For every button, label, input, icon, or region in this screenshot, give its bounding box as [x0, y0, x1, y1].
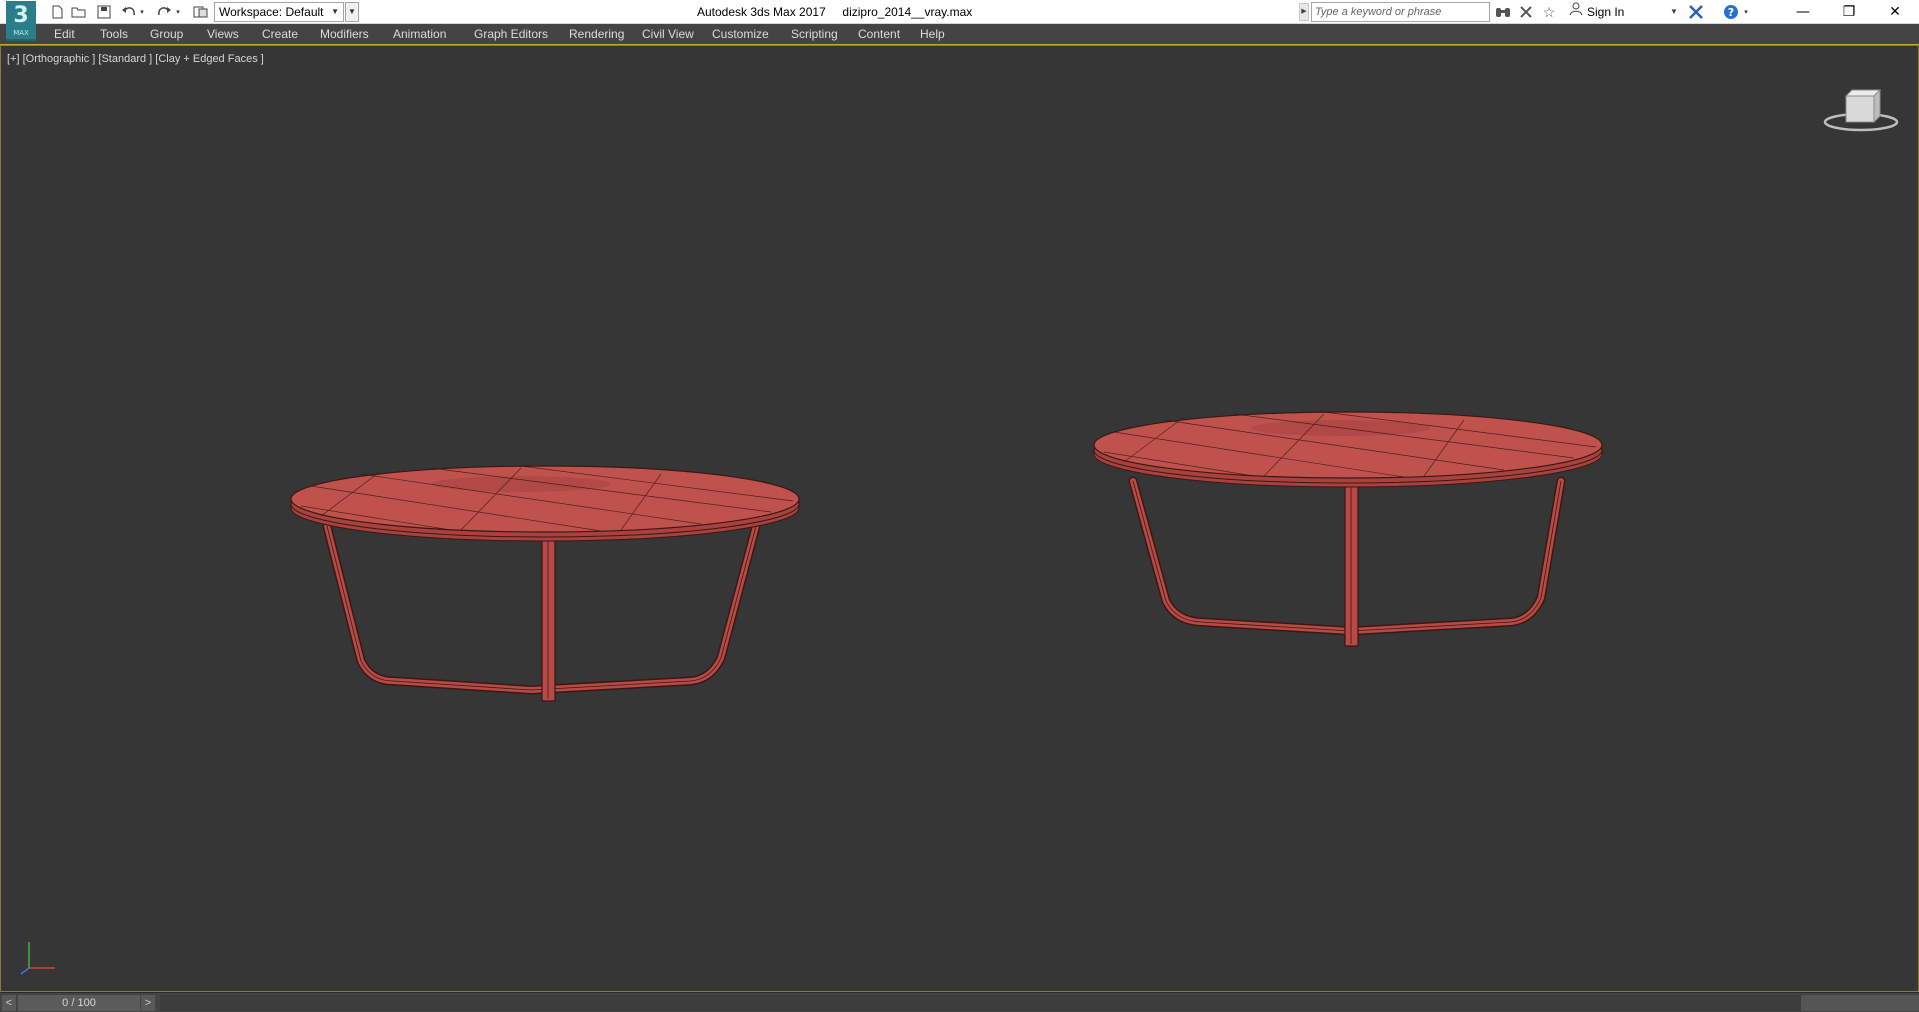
project-icon[interactable]: [192, 3, 210, 21]
help-icon[interactable]: ?: [1722, 3, 1740, 21]
autodesk-x-icon[interactable]: [1687, 3, 1705, 21]
undo-icon[interactable]: [120, 3, 138, 21]
sign-in-button[interactable]: Sign In: [1569, 2, 1624, 22]
menu-civil-view[interactable]: Civil View: [642, 24, 694, 44]
app-logo-button[interactable]: 3 MAX: [6, 1, 36, 41]
app-window: ▾ ▾ Workspace: Default ▼ ▼ Autodesk 3ds …: [0, 0, 1919, 1012]
orthographic-viewport[interactable]: [+] [Orthographic ] [Standard ] [Clay + …: [0, 45, 1919, 992]
chevron-down-icon: ▼: [331, 7, 339, 16]
table-top-left: [290, 465, 800, 542]
menu-rendering[interactable]: Rendering: [569, 24, 624, 44]
menu-bar: Edit Tools Group Views Create Modifiers …: [0, 24, 1919, 45]
new-file-icon[interactable]: [48, 3, 66, 21]
chevron-down-icon[interactable]: ▼: [1670, 3, 1678, 21]
window-title: Autodesk 3ds Max 2017 dizipro_2014__vray…: [697, 5, 973, 19]
table-top-right: [1093, 411, 1603, 488]
menu-edit[interactable]: Edit: [54, 24, 75, 44]
undo-dropdown-icon[interactable]: ▾: [138, 3, 146, 21]
time-slider[interactable]: 0 / 100: [18, 995, 140, 1011]
menu-create[interactable]: Create: [262, 24, 298, 44]
time-slider-bar: < 0 / 100 >: [0, 992, 1919, 1012]
timeline-scroll-region[interactable]: [1801, 995, 1919, 1011]
menu-views[interactable]: Views: [207, 24, 239, 44]
title-bar: ▾ ▾ Workspace: Default ▼ ▼ Autodesk 3ds …: [0, 0, 1919, 24]
search-input[interactable]: Type a keyword or phrase: [1311, 2, 1490, 22]
table-legs-right: [1128, 476, 1566, 647]
minimize-button[interactable]: —: [1780, 0, 1826, 24]
workspace-menu-button[interactable]: ▼: [345, 2, 359, 22]
menu-group[interactable]: Group: [150, 24, 183, 44]
menu-animation[interactable]: Animation: [393, 24, 446, 44]
close-button[interactable]: ✕: [1872, 0, 1918, 24]
table-legs-left: [322, 521, 761, 702]
open-folder-icon[interactable]: [70, 3, 88, 21]
prev-frame-button[interactable]: <: [2, 995, 16, 1011]
user-icon: [1569, 2, 1583, 22]
workspace-label: Workspace: Default: [219, 5, 324, 19]
save-icon[interactable]: [95, 3, 113, 21]
workspace-select[interactable]: Workspace: Default ▼: [214, 2, 344, 22]
menu-modifiers[interactable]: Modifiers: [320, 24, 369, 44]
timeline-track[interactable]: [160, 995, 1801, 1011]
search-expand-button[interactable]: ▶: [1299, 3, 1309, 21]
svg-text:?: ?: [1728, 6, 1734, 19]
menu-help[interactable]: Help: [920, 24, 945, 44]
favorites-star-icon[interactable]: ☆: [1540, 3, 1558, 21]
menu-scripting[interactable]: Scripting: [791, 24, 838, 44]
round-table-left[interactable]: [290, 465, 800, 702]
app-logo-sub: MAX: [13, 29, 29, 37]
help-dropdown-icon[interactable]: ▾: [1741, 3, 1751, 21]
axis-tripod-icon: [20, 942, 55, 975]
sign-in-label: Sign In: [1587, 5, 1625, 19]
scene-canvas: [290, 411, 1603, 702]
menu-customize[interactable]: Customize: [712, 24, 769, 44]
binoculars-icon[interactable]: [1494, 3, 1512, 21]
redo-dropdown-icon[interactable]: ▾: [174, 3, 182, 21]
viewcube-icon[interactable]: [1821, 84, 1901, 134]
next-frame-button[interactable]: >: [141, 995, 155, 1011]
menu-tools[interactable]: Tools: [100, 24, 128, 44]
menu-content[interactable]: Content: [858, 24, 900, 44]
exchange-icon[interactable]: [1517, 3, 1535, 21]
round-table-right[interactable]: [1093, 411, 1603, 647]
restore-button[interactable]: ❐: [1826, 0, 1872, 24]
menu-graph-editors[interactable]: Graph Editors: [474, 24, 548, 44]
app-logo-text: 3: [13, 3, 29, 28]
redo-icon[interactable]: [155, 3, 173, 21]
